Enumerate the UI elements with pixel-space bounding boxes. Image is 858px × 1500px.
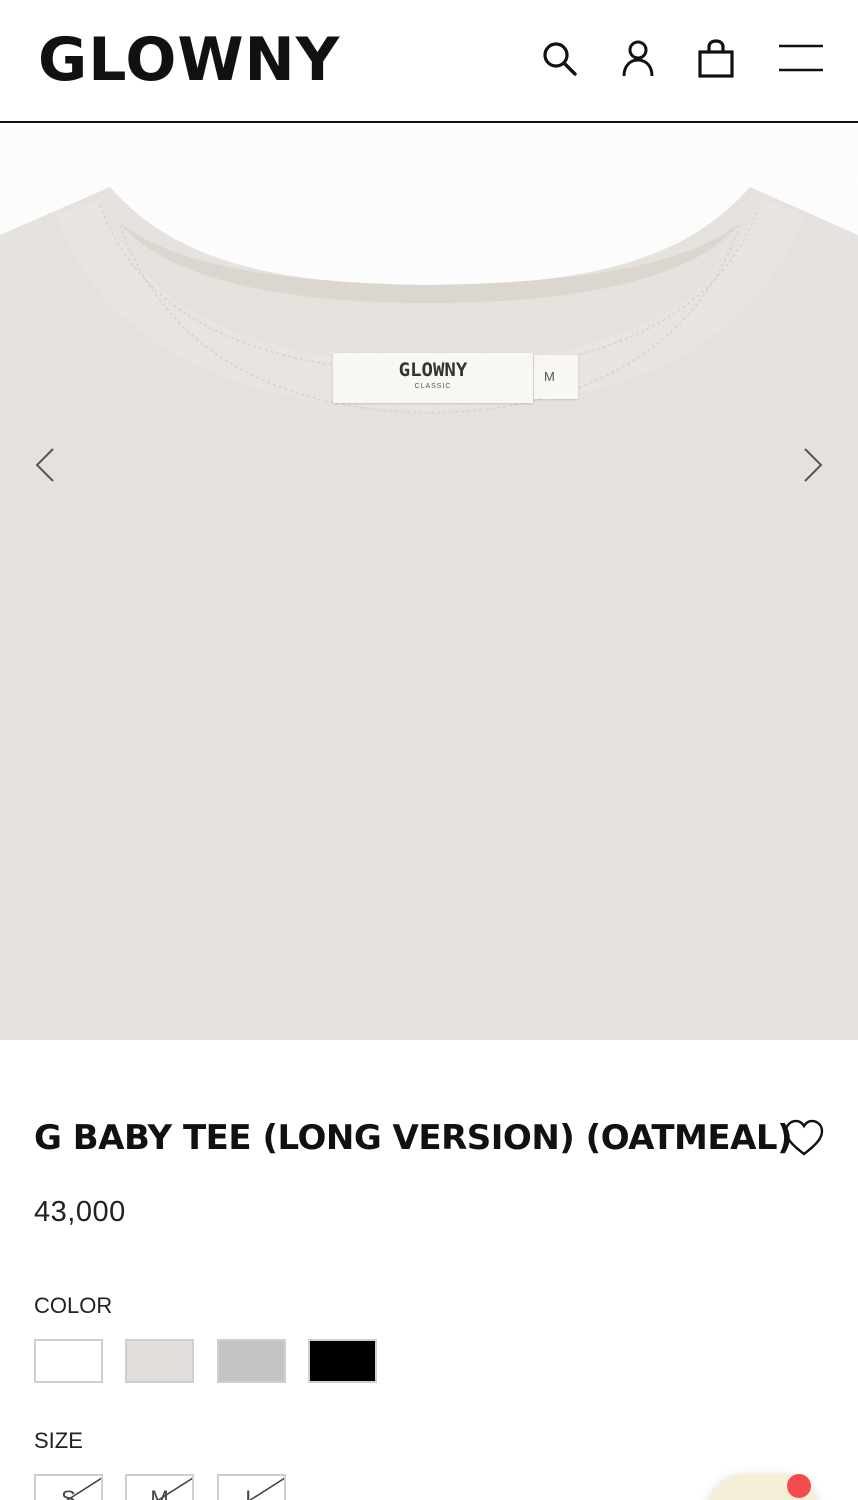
gallery-prev-arrow[interactable] [20, 435, 70, 495]
garment-label-brand: GLOWNY [398, 359, 468, 381]
menu-icon[interactable] [776, 36, 826, 80]
shopping-bag-icon[interactable] [694, 36, 738, 80]
notification-badge [787, 1474, 811, 1498]
garment-label: GLOWNY CLASSIC [333, 353, 533, 403]
chevron-left-icon [35, 448, 54, 482]
product-price: 43,000 [34, 1196, 126, 1228]
color-swatch-black[interactable] [308, 1339, 377, 1383]
size-option-l[interactable]: L [217, 1474, 286, 1500]
gallery-next-arrow[interactable] [788, 435, 838, 495]
site-header: GLOWNY [0, 0, 858, 123]
sold-out-strike [65, 1477, 101, 1500]
color-swatch-white[interactable] [34, 1339, 103, 1383]
product-image-gallery[interactable]: GLOWNY CLASSIC M [0, 125, 858, 1040]
garment-size-tag-text: M [544, 369, 555, 384]
chevron-right-icon [804, 448, 823, 482]
product-title: G BABY TEE (LONG VERSION) (OATMEAL) [34, 1118, 793, 1158]
sold-out-strike [248, 1477, 284, 1500]
garment-size-tag: M [534, 355, 578, 399]
wishlist-button[interactable] [780, 1116, 828, 1160]
garment-label-sub: CLASSIC [414, 383, 452, 390]
size-option-m[interactable]: M [125, 1474, 194, 1500]
color-swatch-oatmeal[interactable] [125, 1339, 194, 1383]
product-image [0, 125, 858, 1040]
brand-logo[interactable]: GLOWNY [38, 24, 340, 96]
color-section-label: COLOR [34, 1293, 113, 1318]
size-section-label: SIZE [34, 1428, 83, 1453]
color-swatch-gray[interactable] [217, 1339, 286, 1383]
heart-icon [784, 1119, 824, 1156]
sold-out-strike [156, 1477, 192, 1500]
size-option-s[interactable]: S [34, 1474, 103, 1500]
user-icon[interactable] [616, 36, 660, 80]
search-icon[interactable] [537, 36, 581, 80]
